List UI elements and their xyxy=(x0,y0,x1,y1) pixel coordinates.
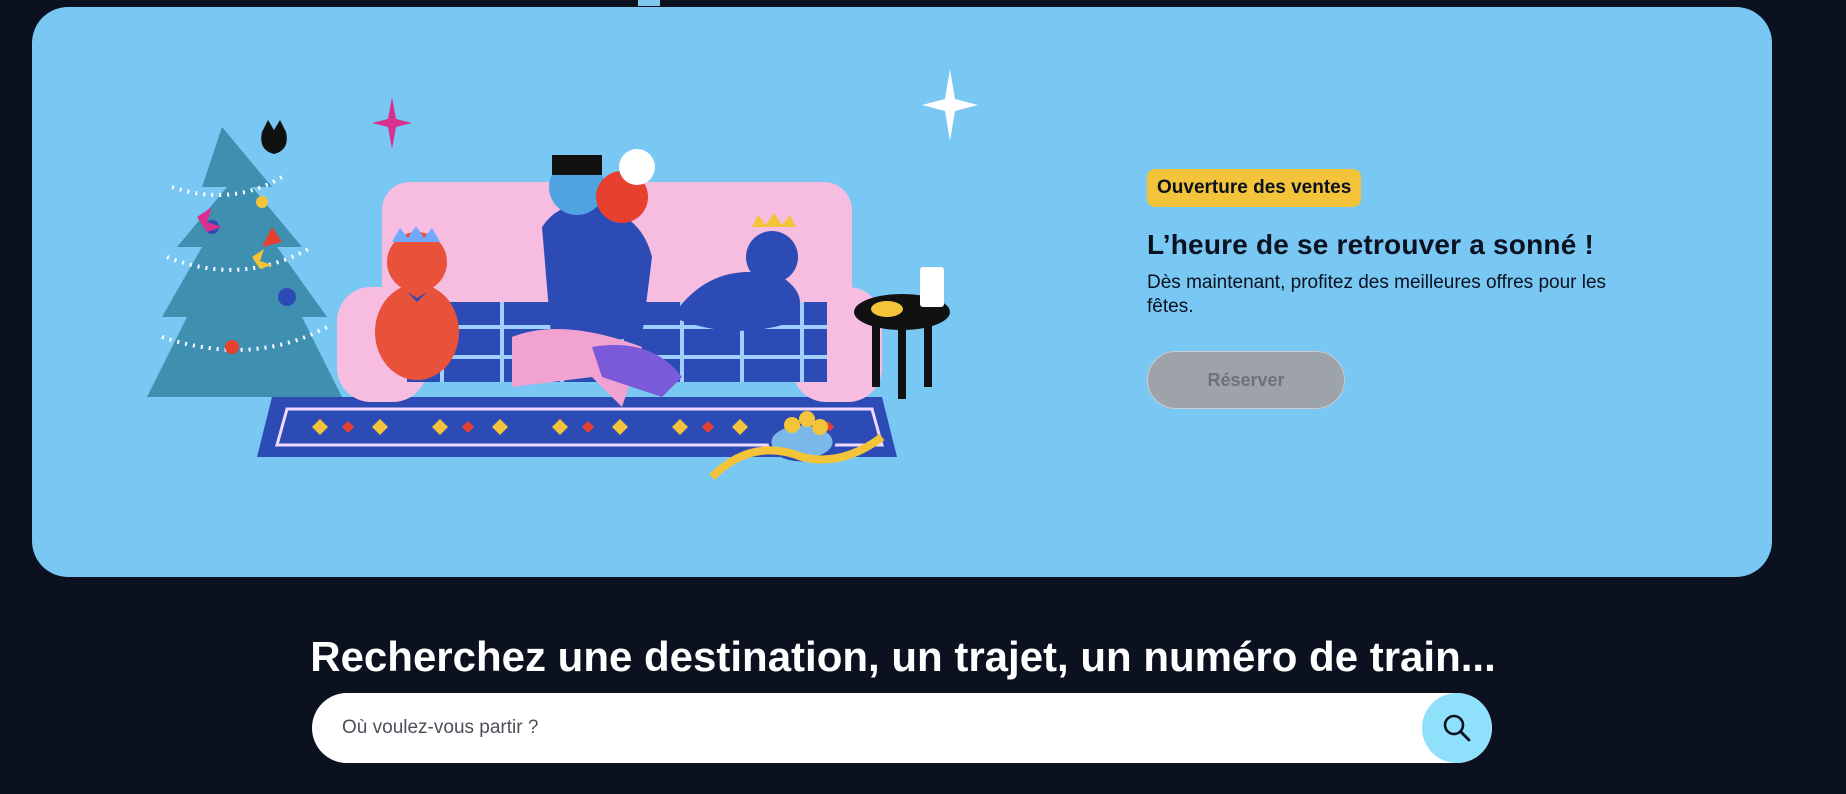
holiday-promo-banner: Ouverture des ventes L’heure de se retro… xyxy=(32,7,1772,577)
promo-title: L’heure de se retrouver a sonné ! xyxy=(1147,229,1594,260)
christmas-tree xyxy=(147,120,342,397)
reserve-button[interactable]: Réserver xyxy=(1147,351,1345,409)
pink-sparkle-icon xyxy=(372,97,412,149)
search-icon xyxy=(1443,714,1471,742)
promo-content: Ouverture des ventes L’heure de se retro… xyxy=(1147,169,1667,409)
search-bar xyxy=(312,693,1492,763)
page: Ouverture des ventes L’heure de se retro… xyxy=(0,0,1846,794)
destination-search-input[interactable] xyxy=(312,693,1412,763)
scroll-indicator xyxy=(638,0,660,6)
white-sparkle-icon xyxy=(922,69,978,141)
sales-opening-badge: Ouverture des ventes xyxy=(1147,169,1362,207)
holiday-illustration xyxy=(147,69,978,480)
promo-description: Dès maintenant, profitez des meilleures … xyxy=(1147,272,1607,317)
search-button[interactable] xyxy=(1422,693,1492,763)
search-heading: Recherchez une destination, un trajet, u… xyxy=(310,633,1496,681)
